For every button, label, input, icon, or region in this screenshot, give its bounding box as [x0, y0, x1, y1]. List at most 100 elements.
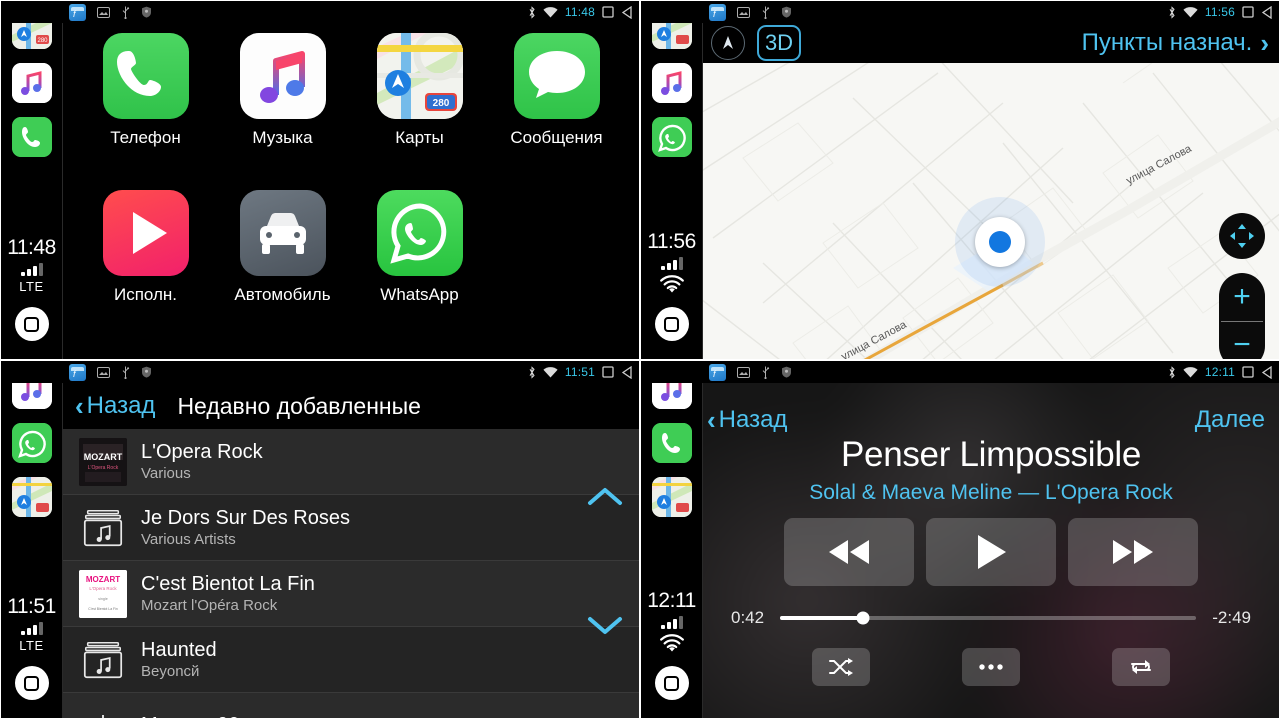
- network-type-label: LTE: [19, 279, 44, 294]
- progress-track[interactable]: [780, 611, 1197, 625]
- home-square-icon: [664, 316, 679, 332]
- screenshot-grid: 11:48 280 11:48 LTE: [0, 0, 1280, 719]
- chevron-right-icon: ›: [1260, 28, 1269, 58]
- es-file-explorer-icon: [709, 363, 726, 381]
- track-list[interactable]: MOZART L'Opera Rock L'Opera Rock Various …: [63, 429, 639, 718]
- carplay-sidebar-home: 280 11:48 LTE: [1, 1, 63, 359]
- list-item[interactable]: MOZART L'Opera Rock single C'est Bientot La…: [63, 561, 639, 627]
- sidebar-clock: 11:56: [647, 230, 696, 253]
- maps-icon: 280: [376, 33, 463, 119]
- fast-forward-button[interactable]: [1068, 518, 1198, 586]
- map-canvas[interactable]: улица Салова улица Салова + −: [703, 63, 1279, 359]
- app-tile-maps[interactable]: 280 Карты: [351, 33, 488, 190]
- svg-text:MOZART: MOZART: [84, 452, 123, 462]
- network-type-label: LTE: [19, 638, 44, 653]
- sidebar-item-maps[interactable]: [651, 477, 692, 517]
- recents-square-icon[interactable]: [1242, 6, 1254, 18]
- app-tile-music[interactable]: Музыка: [214, 33, 351, 190]
- zoom-in-button[interactable]: +: [1219, 273, 1265, 321]
- secondary-controls: [812, 648, 1170, 686]
- bluetooth-icon: [529, 5, 535, 19]
- track-artist: Various: [141, 465, 191, 482]
- bluetooth-icon: [1169, 365, 1175, 379]
- destinations-button[interactable]: Пункты назнач. ›: [1082, 29, 1269, 57]
- repeat-button[interactable]: [1112, 648, 1170, 686]
- panel-carplay-home: 11:48 280 11:48 LTE: [0, 0, 640, 360]
- list-item[interactable]: MOZART L'Opera Rock L'Opera Rock Various: [63, 429, 639, 495]
- sidebar-item-music[interactable]: [11, 63, 52, 103]
- track-title: Музыка 90-х: [141, 714, 256, 719]
- back-button[interactable]: ‹ Назад: [707, 406, 787, 434]
- location-dot: [989, 231, 1011, 253]
- sidebar-item-phone[interactable]: [11, 117, 52, 157]
- android-status-bar-home: 11:48: [1, 1, 639, 23]
- back-triangle-icon[interactable]: [1261, 5, 1273, 19]
- recents-square-icon[interactable]: [602, 366, 614, 378]
- sidebar-item-whatsapp[interactable]: [11, 423, 52, 463]
- home-body: Телефон Музыка 280 Карты Сообщения Испол…: [63, 23, 639, 359]
- sidebar-item-whatsapp[interactable]: [651, 117, 692, 157]
- maps-header: 3D Пункты назнач. ›: [703, 23, 1279, 63]
- now-playing-content: ‹ Назад Далее Penser Limpossible Solal &…: [703, 383, 1279, 718]
- home-button[interactable]: [14, 307, 49, 341]
- android-status-bar-np: 12:11: [641, 361, 1279, 383]
- list-item[interactable]: Je Dors Sur Des Roses Various Artists: [63, 495, 639, 561]
- remaining-time: -2:49: [1212, 608, 1251, 627]
- rewind-button[interactable]: [784, 518, 914, 586]
- car-icon: [239, 190, 326, 276]
- recents-square-icon[interactable]: [1242, 366, 1254, 378]
- sidebar-item-music[interactable]: [651, 63, 692, 103]
- app-tile-empty: [488, 190, 625, 347]
- track-title: Je Dors Sur Des Roses: [141, 507, 350, 529]
- view-mode-3d-button[interactable]: 3D: [757, 25, 801, 61]
- back-label: Назад: [718, 406, 788, 433]
- status-bar-clock: 11:51: [564, 365, 595, 379]
- home-button[interactable]: [654, 666, 689, 700]
- back-triangle-icon[interactable]: [1261, 365, 1273, 379]
- status-bar-clock: 12:11: [1204, 365, 1235, 379]
- recents-square-icon[interactable]: [602, 6, 614, 18]
- progress-thumb[interactable]: [856, 611, 870, 625]
- app-tile-phone[interactable]: Телефон: [77, 33, 214, 190]
- back-button[interactable]: ‹ Назад: [75, 392, 155, 420]
- zoom-out-button[interactable]: −: [1219, 322, 1265, 359]
- app-tile-whatsapp[interactable]: WhatsApp: [351, 190, 488, 347]
- app-label: Карты: [395, 128, 444, 147]
- sidebar-clock: 11:51: [7, 595, 56, 618]
- android-status-bar-maps: 11:56: [641, 1, 1279, 23]
- play-button[interactable]: [926, 518, 1056, 586]
- compass-arrow-icon[interactable]: [711, 26, 745, 60]
- app-tile-podcasts[interactable]: Исполн.: [77, 190, 214, 347]
- list-item-text: L'Opera Rock Various: [141, 441, 263, 482]
- sidebar-app-list: [11, 369, 52, 517]
- back-triangle-icon[interactable]: [621, 365, 633, 379]
- progress-bar[interactable]: 0:42 -2:49: [731, 608, 1251, 628]
- podcasts-icon: [102, 190, 189, 276]
- list-item-text: Je Dors Sur Des Roses Various Artists: [141, 507, 350, 548]
- progress-fill: [780, 616, 864, 620]
- shield-icon: [142, 6, 151, 18]
- app-tile-messages[interactable]: Сообщения: [488, 33, 625, 190]
- es-file-explorer-icon: [69, 363, 86, 381]
- sidebar-item-maps[interactable]: [11, 477, 52, 517]
- next-up-button[interactable]: Далее: [1195, 406, 1265, 434]
- shuffle-icon: [829, 658, 853, 676]
- list-item[interactable]: Haunted Beyoncй: [63, 627, 639, 693]
- shuffle-button[interactable]: [812, 648, 870, 686]
- app-label: Исполн.: [113, 285, 178, 304]
- sidebar-app-list: [651, 9, 692, 157]
- app-tile-car[interactable]: Автомобиль: [214, 190, 351, 347]
- sidebar-status: 11:56: [641, 230, 702, 355]
- sidebar-item-phone[interactable]: [651, 423, 692, 463]
- more-button[interactable]: [962, 648, 1020, 686]
- back-triangle-icon[interactable]: [621, 5, 633, 19]
- album-art-mozart-white: MOZART L'Opera Rock single C'est Bientot La…: [79, 569, 127, 618]
- usb-icon: [122, 366, 130, 379]
- screenshot-icon: [97, 366, 110, 378]
- home-button[interactable]: [14, 666, 49, 700]
- home-button[interactable]: [654, 307, 689, 341]
- pan-arrows-icon[interactable]: [1219, 213, 1265, 259]
- list-item[interactable]: Музыка 90-х: [63, 693, 639, 718]
- signal-bars-icon: [20, 263, 43, 276]
- status-left-icons: [709, 3, 792, 21]
